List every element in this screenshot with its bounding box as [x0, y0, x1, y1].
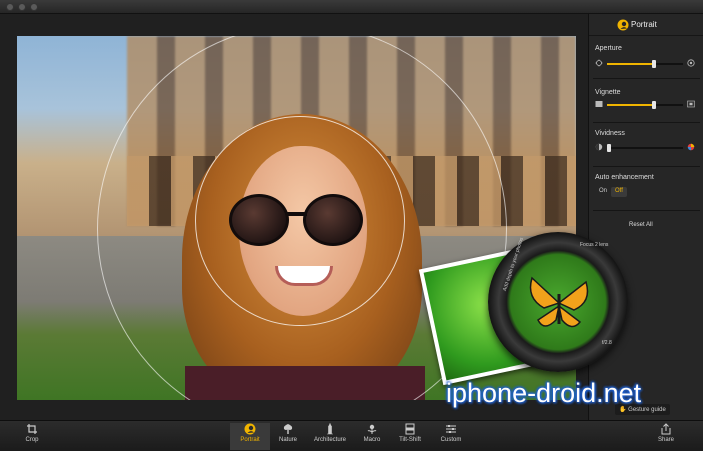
aperture-large-icon	[687, 59, 695, 67]
vividness-label: Vividness	[595, 130, 625, 137]
auto-enhancement-on-option[interactable]: On	[595, 187, 611, 197]
divider	[593, 78, 700, 79]
building-icon	[327, 423, 333, 435]
aperture-fill	[607, 63, 655, 65]
aperture-knob[interactable]	[652, 60, 657, 68]
vignette-dark-icon	[687, 100, 695, 108]
vignette-fill	[607, 104, 655, 106]
sunglasses-left-lens	[229, 194, 289, 246]
zoom-window-button[interactable]	[30, 3, 38, 11]
watermark-text: iphone-droid.net	[446, 378, 642, 408]
share-label: Share	[657, 437, 674, 443]
share-icon	[661, 423, 671, 435]
vignette-light-icon	[595, 101, 603, 107]
panel-header: Portrait	[589, 14, 703, 36]
mode-nature-button[interactable]: Nature	[268, 423, 308, 450]
butterfly-icon	[529, 276, 589, 328]
mode-tilt-shift-label: Tilt-Shift	[399, 437, 421, 443]
mode-nature-label: Nature	[278, 437, 297, 443]
auto-enhancement-toggle[interactable]: On Off	[595, 187, 627, 197]
lens-text-aperture: f/2.8	[602, 340, 612, 346]
aperture-label: Aperture	[595, 45, 622, 52]
mode-portrait-label: Portrait	[240, 437, 260, 443]
panel-title: Portrait	[631, 20, 657, 29]
auto-enhancement-section: Auto enhancement On Off	[589, 174, 703, 210]
mode-architecture-button[interactable]: Architecture	[310, 423, 350, 450]
vignette-section: Vignette	[589, 86, 703, 122]
mode-custom-button[interactable]: Custom	[431, 423, 471, 450]
vividness-high-icon	[687, 143, 695, 151]
subject-shirt	[185, 366, 425, 400]
vividness-low-icon	[595, 143, 603, 151]
custom-icon	[446, 425, 456, 433]
sunglasses-right-lens	[303, 194, 363, 246]
mode-architecture-label: Architecture	[313, 437, 346, 443]
lens-text-brand: Focus 2 lens	[580, 242, 609, 248]
minimize-window-button[interactable]	[18, 3, 26, 11]
mode-custom-label: Custom	[440, 437, 462, 443]
crop-button[interactable]: Crop	[12, 423, 52, 450]
vividness-slider[interactable]	[595, 143, 695, 153]
sunglasses-bridge	[287, 212, 307, 216]
flower-icon	[367, 424, 377, 434]
aperture-track	[607, 60, 683, 68]
mode-macro-label: Macro	[363, 437, 381, 443]
window-title-bar	[0, 0, 703, 14]
mode-portrait-button[interactable]: Portrait	[230, 423, 270, 450]
mode-macro-button[interactable]: Macro	[352, 423, 392, 450]
divider	[593, 166, 700, 167]
vividness-knob[interactable]	[606, 144, 611, 152]
vignette-track	[607, 101, 683, 109]
aperture-section: Aperture	[589, 42, 703, 78]
share-button[interactable]: Share	[646, 423, 686, 450]
vignette-slider[interactable]	[595, 100, 695, 110]
auto-enhancement-off-option[interactable]: Off	[611, 187, 627, 197]
auto-enhancement-label: Auto enhancement	[595, 174, 654, 181]
bottom-toolbar: Crop Portrait Nature Architecture Macro …	[0, 420, 703, 451]
crop-icon	[27, 424, 37, 434]
divider	[593, 210, 700, 211]
divider	[593, 122, 700, 123]
aperture-slider[interactable]	[595, 59, 695, 69]
vignette-label: Vignette	[595, 89, 621, 96]
aperture-small-icon	[595, 59, 603, 67]
crop-label: Crop	[25, 437, 39, 443]
portrait-icon	[244, 423, 256, 435]
close-window-button[interactable]	[6, 3, 14, 11]
mode-tilt-shift-button[interactable]: Tilt-Shift	[390, 423, 430, 450]
vividness-track	[606, 144, 683, 152]
tree-icon	[283, 424, 293, 434]
tilt-shift-icon	[405, 423, 415, 435]
portrait-mode-icon	[617, 19, 629, 31]
app-icon-overlay: Focus 2 lens Add depth to your photos f/…	[418, 220, 632, 400]
vignette-knob[interactable]	[652, 101, 657, 109]
vividness-section: Vividness	[589, 130, 703, 166]
